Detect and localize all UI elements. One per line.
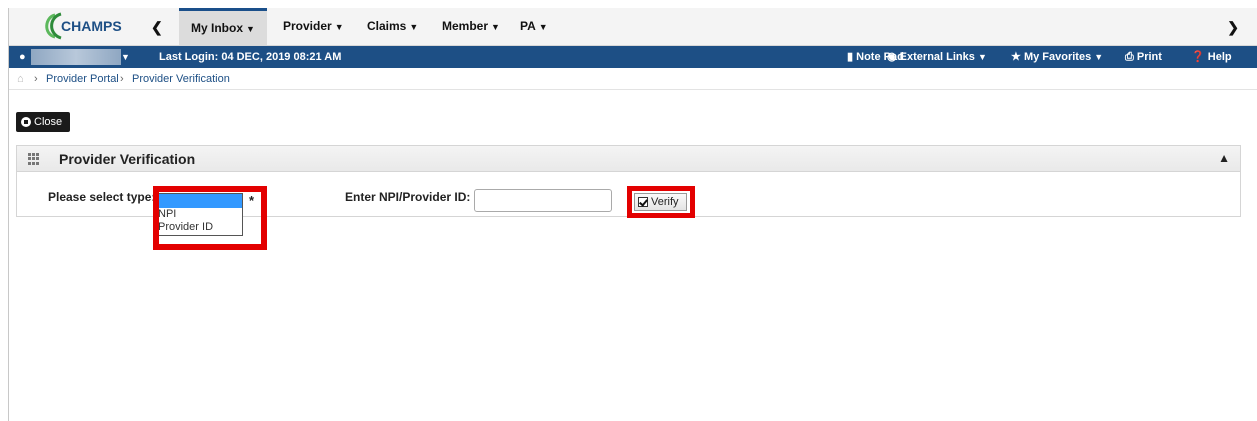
nav-label: Provider [283,19,332,33]
home-icon[interactable]: ⌂ [17,73,24,85]
type-option-provider-id[interactable]: Provider ID [156,221,242,234]
print-link[interactable]: ⎙ Print [1125,46,1162,68]
close-button[interactable]: Close [16,112,70,132]
user-toolbar: ● ▼ Last Login: 04 DEC, 2019 08:21 AM ▮ … [9,46,1257,68]
external-links-label: External Links [899,51,975,63]
npi-provider-id-input[interactable] [474,189,612,212]
breadcrumb-separator: › [34,73,38,85]
caret-down-icon: ▼ [334,22,344,32]
champs-logo: CHAMPS [45,12,122,40]
close-icon [21,117,31,127]
user-icon: ● [19,51,26,63]
chevron-left-icon[interactable]: ❮ [151,19,163,36]
nav-label: Claims [367,19,407,33]
external-links-menu[interactable]: ◉ External Links ▼ [887,46,987,68]
document-icon: ▮ [847,51,854,63]
select-type-label: Please select type: [48,190,156,204]
globe-icon: ◉ [887,51,897,63]
nav-member[interactable]: Member ▼ [430,8,512,45]
verify-label: Verify [651,196,679,208]
star-icon: ★ [1011,51,1021,63]
chevron-up-icon[interactable]: ▲ [1218,151,1230,165]
print-label: Print [1136,51,1162,63]
help-label: Help [1207,51,1232,63]
required-asterisk: * [249,193,255,208]
caret-down-icon[interactable]: ▼ [121,46,130,68]
nav-label: Member [442,19,489,33]
caret-down-icon: ▼ [246,24,255,34]
grid-icon [28,153,40,165]
my-favorites-label: My Favorites [1023,51,1092,63]
my-favorites-menu[interactable]: ★ My Favorites ▼ [1011,46,1103,68]
breadcrumb-separator: › [120,73,124,85]
nav-claims[interactable]: Claims ▼ [355,8,430,45]
user-name-redacted[interactable] [31,49,121,65]
last-login-text: Last Login: 04 DEC, 2019 08:21 AM [159,51,342,63]
help-icon: ❓ [1191,51,1205,63]
type-option-blank[interactable] [156,194,242,208]
chevron-right-icon[interactable]: ❯ [1227,19,1239,36]
npi-provider-id-label: Enter NPI/Provider ID: [345,190,471,204]
breadcrumb-provider-portal[interactable]: Provider Portal [46,73,119,85]
caret-down-icon: ▼ [409,22,419,32]
nav-my-inbox[interactable]: My Inbox ▼ [179,8,267,45]
panel-header: Provider Verification ▲ [17,146,1240,172]
type-option-npi[interactable]: NPI [156,208,242,221]
nav-pa[interactable]: PA ▼ [508,8,560,45]
breadcrumb-provider-verification[interactable]: Provider Verification [132,73,230,85]
verify-button[interactable]: Verify [634,193,687,211]
nav-label: PA [520,19,536,33]
close-label: Close [34,116,63,128]
type-select-listbox[interactable]: NPI Provider ID [155,193,243,236]
caret-down-icon: ▼ [1094,52,1104,62]
caret-down-icon: ▼ [538,22,548,32]
printer-icon: ⎙ [1125,51,1134,63]
nav-provider[interactable]: Provider ▼ [271,8,356,45]
checkbox-icon [638,197,648,207]
nav-label: My Inbox [191,21,244,35]
panel-title: Provider Verification [59,151,196,167]
caret-down-icon: ▼ [491,22,500,32]
top-navigation: CHAMPS ❮ My Inbox ▼ Provider ▼ Claims ▼ Mem… [9,8,1257,46]
breadcrumb: ⌂ › Provider Portal › Provider Verificat… [9,68,1257,90]
help-link[interactable]: ❓ Help [1191,46,1232,68]
caret-down-icon: ▼ [977,52,987,62]
svg-text:CHAMPS: CHAMPS [61,18,122,34]
